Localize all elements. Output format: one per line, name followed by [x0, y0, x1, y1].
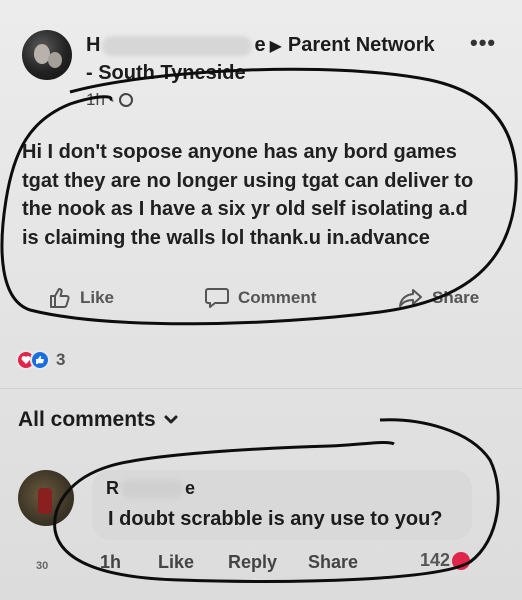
comments-sort-dropdown[interactable]: All comments [18, 408, 178, 432]
post-body-line: Hi I don't sopose anyone has any bord ga… [22, 141, 457, 163]
comment-reaction-count: 142 [420, 550, 451, 570]
post-time-meta: 1h · [86, 90, 134, 110]
avatar-face [48, 52, 62, 68]
comment-button[interactable]: Comment [204, 286, 316, 310]
share-arrow-icon [399, 289, 422, 307]
thumbs-up-icon [50, 288, 70, 308]
group-name[interactable]: Parent Network [288, 34, 435, 57]
comment-text: I doubt scrabble is any use to you? [108, 508, 443, 530]
triangle-right-icon: ▶ [269, 37, 282, 55]
avatar-figure [38, 488, 52, 514]
share-button[interactable]: Share [398, 286, 479, 310]
comments-sort-label: All comments [18, 408, 156, 431]
commenter-avatar[interactable] [18, 470, 74, 526]
comment-share-button[interactable]: Share [308, 552, 358, 573]
like-reaction-icon [30, 350, 50, 370]
author-avatar[interactable] [22, 30, 72, 80]
share-label: Share [432, 288, 480, 307]
commenter-name-start: R [106, 478, 119, 498]
comment-time[interactable]: 1h [100, 552, 121, 573]
comment-reactions[interactable]: 142 [420, 550, 471, 571]
chevron-down-icon [164, 415, 178, 424]
divider [0, 388, 522, 389]
commenter-name-end: e [185, 478, 196, 498]
author-name-start[interactable]: H [86, 34, 100, 57]
side-number: 30 [36, 560, 49, 572]
like-label: Like [80, 288, 115, 307]
post-body-line: tgat they are no longer using tgat can d… [22, 169, 474, 192]
post-action-bar: Like Comment Share [0, 286, 522, 318]
speech-bubble-icon [205, 288, 229, 308]
post-time[interactable]: 1h · [86, 90, 115, 110]
reaction-summary[interactable]: 3 [16, 350, 65, 370]
comment-reply-button[interactable]: Reply [228, 552, 277, 573]
reaction-count: 3 [56, 350, 66, 369]
comment-label: Comment [238, 288, 317, 307]
like-button[interactable]: Like [48, 286, 114, 310]
author-name-redaction [102, 35, 253, 56]
commenter-name-redaction [121, 479, 183, 498]
post-author-line: H e ▶ Parent Network [86, 34, 435, 57]
more-options-icon[interactable]: ••• [470, 30, 496, 56]
post-body-line: the nook as I have a six yr old self iso… [22, 198, 468, 220]
globe-icon [119, 93, 134, 107]
author-name-end[interactable]: e [254, 34, 265, 57]
post-body-line: is claiming the walls lol thank.u in.adv… [22, 226, 430, 249]
post-location[interactable]: - South Tyneside [86, 62, 246, 85]
commenter-name[interactable]: R e [106, 478, 195, 499]
heart-icon [452, 551, 471, 570]
comment-like-button[interactable]: Like [158, 552, 194, 573]
post-body: Hi I don't sopose anyone has any bord ga… [22, 138, 512, 252]
